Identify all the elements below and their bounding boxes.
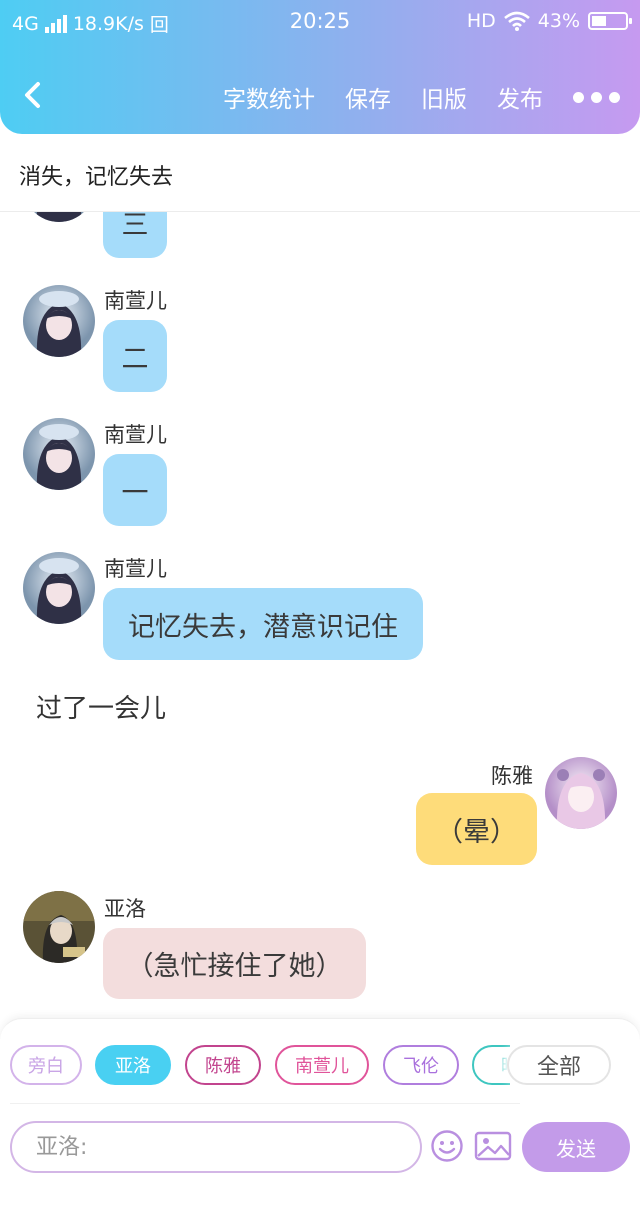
message-input[interactable] (10, 1121, 422, 1173)
app-header: 4G 18.9K/s 回 20:25 HD 43% 字数统计 保存 旧版 发布 (0, 0, 640, 134)
sender-name: 亚洛 (104, 897, 146, 921)
show-all-button[interactable]: 全部 (507, 1045, 611, 1085)
character-tab-narrator[interactable]: 旁白 (10, 1045, 82, 1085)
chat-area[interactable]: 三 南萱儿 二 南萱儿 一 南萱儿 记忆失去，潜意识记住 过了一会儿 陈雅 （晕… (0, 212, 640, 1018)
avatar[interactable] (23, 891, 95, 963)
character-tab-yaluo[interactable]: 亚洛 (95, 1045, 171, 1085)
battery-icon (588, 12, 632, 30)
avatar[interactable] (23, 418, 95, 490)
emoji-icon[interactable] (430, 1129, 464, 1163)
character-tabs: 旁白 亚洛 陈雅 南萱儿 飞伦 晴 (10, 1045, 510, 1087)
back-icon[interactable] (18, 78, 48, 112)
old-version-button[interactable]: 旧版 (421, 80, 467, 114)
character-tab-qing[interactable]: 晴 (472, 1045, 510, 1085)
nav-bar: 字数统计 保存 旧版 发布 (0, 70, 640, 122)
battery-percent: 43% (537, 10, 580, 32)
message-bubble[interactable]: 三 (103, 212, 167, 258)
sender-name: 南萱儿 (104, 423, 167, 447)
sender-name: 陈雅 (491, 764, 533, 788)
avatar[interactable] (23, 552, 95, 624)
message-bubble[interactable]: 记忆失去，潜意识记住 (103, 588, 423, 660)
divider (10, 1103, 520, 1104)
message-bubble[interactable]: （晕） (416, 793, 537, 865)
more-icon[interactable] (573, 91, 620, 103)
narration-text[interactable]: 过了一会儿 (36, 688, 166, 725)
character-tab-feilun[interactable]: 飞伦 (383, 1045, 459, 1085)
character-tab-nanxuaner[interactable]: 南萱儿 (275, 1045, 369, 1085)
message-bubble[interactable]: 一 (103, 454, 167, 526)
avatar[interactable] (23, 212, 95, 222)
sender-name: 南萱儿 (104, 557, 167, 581)
hd-indicator: HD (466, 10, 496, 32)
save-button[interactable]: 保存 (345, 80, 391, 114)
page-title: 消失，记忆失去 (0, 134, 640, 212)
send-button[interactable]: 发送 (522, 1122, 630, 1172)
character-tab-chenya[interactable]: 陈雅 (185, 1045, 261, 1085)
status-bar: 4G 18.9K/s 回 20:25 HD 43% (0, 0, 640, 44)
composer-panel: 旁白 亚洛 陈雅 南萱儿 飞伦 晴 全部 发送 (0, 1018, 640, 1205)
avatar[interactable] (23, 285, 95, 357)
message-bubble[interactable]: 二 (103, 320, 167, 392)
image-icon[interactable] (474, 1129, 512, 1163)
publish-button[interactable]: 发布 (497, 80, 543, 114)
wifi-icon (503, 11, 530, 31)
avatar[interactable] (545, 757, 617, 829)
word-count-button[interactable]: 字数统计 (223, 80, 315, 114)
message-bubble[interactable]: （急忙接住了她） (103, 928, 366, 999)
sender-name: 南萱儿 (104, 289, 167, 313)
